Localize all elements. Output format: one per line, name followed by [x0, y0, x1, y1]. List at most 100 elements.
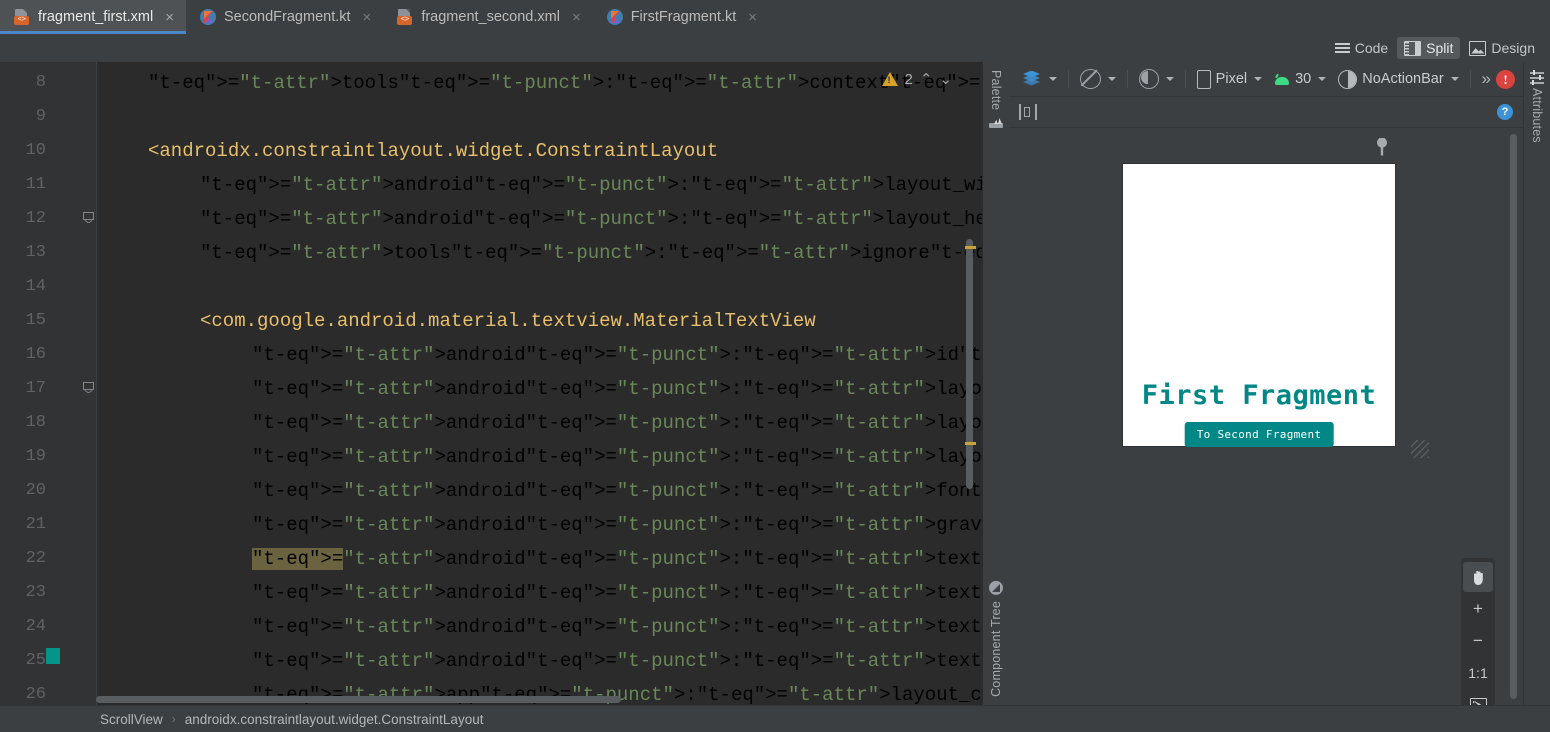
- line-number: 16: [25, 345, 46, 364]
- warning-marker[interactable]: [965, 442, 976, 445]
- code-line[interactable]: "t-eq">="t-attr">android"t-eq">="t-punct…: [96, 372, 982, 406]
- design-toolbar: Pixel 30 NoActionBar » !: [1009, 62, 1523, 97]
- code-line[interactable]: "t-eq">="t-attr">android"t-eq">="t-punct…: [96, 202, 982, 236]
- scrollbar-thumb[interactable]: [966, 239, 973, 489]
- close-icon[interactable]: ×: [165, 10, 174, 25]
- breadcrumb-item-constraintlayout[interactable]: androidx.constraintlayout.widget.Constra…: [185, 712, 484, 727]
- chevron-down-icon[interactable]: ⌄: [939, 70, 952, 88]
- tab-design-label: Design: [1491, 40, 1535, 56]
- orientation-toggle-button[interactable]: [1133, 66, 1180, 92]
- palette-label[interactable]: Palette: [989, 70, 1003, 110]
- line-number: 9: [35, 107, 46, 126]
- code-line[interactable]: "t-eq">="t-attr">android"t-eq">="t-punct…: [96, 576, 982, 610]
- device-selector[interactable]: Pixel: [1191, 67, 1268, 92]
- color-swatch-gutter-icon[interactable]: [46, 648, 60, 664]
- code-editor-pane[interactable]: 8 9 10 11 12 13 14 15 16 17 18 19 20 21 22 23 24 25 26 "t-…: [0, 62, 982, 705]
- editor-tab-second-fragment-kt[interactable]: SecondFragment.kt ×: [186, 0, 383, 34]
- chevron-down-icon: [1450, 77, 1459, 81]
- editor-tab-bar: <> fragment_first.xml × SecondFragment.k…: [0, 0, 1550, 34]
- close-icon[interactable]: ×: [572, 10, 581, 25]
- tab-design[interactable]: Design: [1462, 37, 1542, 59]
- kotlin-file-icon: [200, 9, 216, 25]
- design-options-bar: ?: [1009, 97, 1523, 128]
- inspection-warning-widget[interactable]: 2 ⌃ ⌄: [881, 70, 952, 88]
- view-mode-bar: Code Split Design: [0, 34, 1550, 62]
- divider: [1068, 70, 1069, 88]
- api-level-selector[interactable]: 30: [1268, 68, 1332, 90]
- toolbar-overflow-button[interactable]: »: [1476, 69, 1496, 89]
- code-line[interactable]: "t-eq">="t-attr">android"t-eq">="t-punct…: [96, 338, 982, 372]
- component-tree-label[interactable]: Component Tree: [989, 601, 1003, 697]
- view-options-icon[interactable]: [1019, 104, 1037, 120]
- editor-tab-fragment-first-xml[interactable]: <> fragment_first.xml ×: [0, 0, 186, 34]
- code-line[interactable]: "t-eq">="t-attr">android"t-eq">="t-punct…: [96, 508, 982, 542]
- blueprint-toggle-button[interactable]: [1074, 66, 1122, 92]
- scrollbar-thumb[interactable]: [1510, 134, 1517, 699]
- help-icon[interactable]: ?: [1497, 104, 1513, 120]
- editor-tab-fragment-second-xml[interactable]: <> fragment_second.xml ×: [383, 0, 592, 34]
- code-line[interactable]: <androidx.constraintlayout.widget.Constr…: [96, 134, 982, 168]
- line-number: 17: [25, 379, 46, 398]
- code-line[interactable]: [96, 270, 982, 304]
- device-label: Pixel: [1215, 71, 1248, 87]
- warning-marker[interactable]: [965, 246, 976, 249]
- tab-code[interactable]: Code: [1328, 37, 1395, 59]
- code-line[interactable]: "t-eq">="t-attr">android"t-eq">="t-punct…: [96, 406, 982, 440]
- editor-vertical-scrollbar[interactable]: [965, 124, 976, 705]
- code-line[interactable]: "t-eq">="t-attr">tools"t-eq">="t-punct">…: [96, 66, 982, 100]
- code-line[interactable]: "t-eq">="t-attr">android"t-eq">="t-punct…: [96, 440, 982, 474]
- code-line[interactable]: [96, 100, 982, 134]
- divider: [1184, 70, 1186, 88]
- code-fold-icon[interactable]: [83, 212, 94, 223]
- preview-resize-handle[interactable]: [1409, 438, 1431, 460]
- kotlin-file-icon: [606, 9, 623, 25]
- preview-to-second-fragment-button[interactable]: To Second Fragment: [1184, 422, 1334, 447]
- line-number: 20: [25, 481, 46, 500]
- code-line[interactable]: "t-eq">="t-attr">tools"t-eq">="t-punct">…: [96, 236, 982, 270]
- actual-size-button[interactable]: 1:1: [1463, 658, 1493, 688]
- line-number: 10: [25, 141, 46, 160]
- design-preview-pane: Pixel 30 NoActionBar » ! ? First Fragmen…: [1009, 62, 1523, 705]
- theme-selector[interactable]: NoActionBar: [1332, 67, 1464, 92]
- code-line[interactable]: "t-eq">="t-attr">android"t-eq">="t-punct…: [96, 474, 982, 508]
- zoom-out-button[interactable]: −: [1463, 626, 1493, 656]
- render-settings-icon[interactable]: [1376, 138, 1388, 156]
- close-icon[interactable]: ×: [748, 10, 757, 25]
- render-error-badge[interactable]: !: [1496, 69, 1516, 89]
- editor-tab-label: FirstFragment.kt: [630, 9, 737, 25]
- editor-gutter[interactable]: 8 9 10 11 12 13 14 15 16 17 18 19 20 21 22 23 24 25 26: [0, 62, 97, 705]
- code-fold-icon[interactable]: [83, 382, 94, 393]
- palette-icon: [989, 116, 1003, 129]
- editor-tab-label: SecondFragment.kt: [224, 9, 351, 25]
- code-line[interactable]: <com.google.android.material.textview.Ma…: [96, 304, 982, 338]
- zoom-in-button[interactable]: +: [1463, 594, 1493, 624]
- editor-tab-first-fragment-kt[interactable]: FirstFragment.kt ×: [593, 0, 769, 34]
- pan-hand-icon[interactable]: [1463, 562, 1493, 592]
- code-text-area[interactable]: "t-eq">="t-attr">tools"t-eq">="t-punct">…: [96, 62, 982, 705]
- design-canvas[interactable]: First Fragment To Second Fragment + − 1:…: [1009, 128, 1523, 705]
- code-line[interactable]: "t-eq">="t-attr">android"t-eq">="t-punct…: [96, 168, 982, 202]
- breadcrumb-item-scrollview[interactable]: ScrollView: [100, 712, 163, 727]
- code-line[interactable]: "t-eq">="t-attr">android"t-eq">="t-punct…: [96, 542, 982, 576]
- zoom-to-fit-button[interactable]: [1463, 690, 1493, 705]
- chevron-down-icon: [1318, 77, 1327, 81]
- sliders-icon: [1530, 70, 1544, 83]
- code-view-icon: [1334, 42, 1350, 55]
- close-icon[interactable]: ×: [363, 10, 372, 25]
- attributes-label[interactable]: Attributes: [1530, 88, 1544, 143]
- design-vertical-scrollbar[interactable]: [1510, 134, 1517, 699]
- phone-icon: [1196, 69, 1211, 89]
- device-preview-frame[interactable]: First Fragment To Second Fragment: [1123, 164, 1395, 447]
- divider: [1126, 70, 1128, 88]
- palette-tool-button[interactable]: Palette: [989, 70, 1003, 129]
- android-studio-window: <> fragment_first.xml × SecondFragment.k…: [0, 0, 1550, 732]
- theme-icon: [1338, 69, 1358, 89]
- tab-split[interactable]: Split: [1397, 37, 1461, 59]
- design-surface-button[interactable]: [1017, 68, 1063, 91]
- chevron-up-icon[interactable]: ⌃: [920, 70, 933, 88]
- scrollbar-thumb[interactable]: [96, 696, 621, 703]
- component-tree-tool-button[interactable]: Component Tree: [989, 581, 1003, 697]
- code-line[interactable]: "t-eq">="t-attr">android"t-eq">="t-punct…: [96, 610, 982, 644]
- editor-horizontal-scrollbar[interactable]: [96, 696, 976, 703]
- code-line[interactable]: "t-eq">="t-attr">android"t-eq">="t-punct…: [96, 644, 982, 678]
